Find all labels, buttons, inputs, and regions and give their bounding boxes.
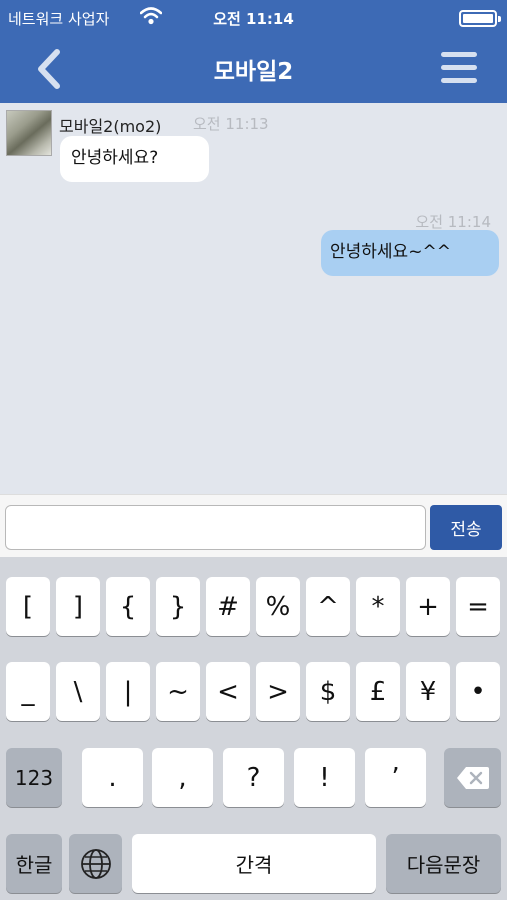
message-time: 오전 11:13: [193, 115, 269, 133]
numbers-key[interactable]: 123: [6, 748, 62, 807]
key[interactable]: {: [106, 577, 150, 636]
page-title: 모바일2: [213, 59, 294, 85]
key[interactable]: |: [106, 662, 150, 721]
return-key[interactable]: 다음문장: [386, 834, 501, 893]
key[interactable]: $: [306, 662, 350, 721]
hamburger-icon: [441, 52, 477, 57]
key[interactable]: ?: [223, 748, 284, 807]
key[interactable]: }: [156, 577, 200, 636]
status-bar: 네트워크 사업자 오전 11:14: [0, 0, 507, 36]
hangul-key[interactable]: 한글: [6, 834, 62, 893]
message-input[interactable]: [5, 505, 426, 550]
app-header: 네트워크 사업자 오전 11:14 모바일2: [0, 0, 507, 103]
status-time: 오전 11:14: [213, 10, 294, 28]
key[interactable]: .: [82, 748, 143, 807]
key[interactable]: ]: [56, 577, 100, 636]
key[interactable]: ~: [156, 662, 200, 721]
key[interactable]: ’: [365, 748, 426, 807]
key[interactable]: \: [56, 662, 100, 721]
key[interactable]: #: [206, 577, 250, 636]
backspace-key[interactable]: [444, 748, 501, 807]
key[interactable]: +: [406, 577, 450, 636]
send-button[interactable]: 전송: [430, 505, 502, 550]
chat-area[interactable]: 모바일2(mo2) 오전 11:13 안녕하세요? 오전 11:14 안녕하세요…: [0, 103, 507, 494]
backspace-icon: [456, 766, 489, 789]
message-input-bar: 전송: [0, 494, 507, 557]
keyboard: [ ] { } # % ^ * + = _ \ | ~ < > $ £ ¥ • …: [0, 557, 507, 900]
avatar[interactable]: [6, 110, 52, 156]
key[interactable]: <: [206, 662, 250, 721]
key[interactable]: *: [356, 577, 400, 636]
key[interactable]: •: [456, 662, 500, 721]
message-sender: 모바일2(mo2): [59, 117, 162, 136]
key[interactable]: %: [256, 577, 300, 636]
key[interactable]: _: [6, 662, 50, 721]
key[interactable]: [: [6, 577, 50, 636]
key[interactable]: £: [356, 662, 400, 721]
key[interactable]: =: [456, 577, 500, 636]
outgoing-message-bubble[interactable]: 안녕하세요~^^: [321, 230, 499, 276]
key[interactable]: ,: [152, 748, 213, 807]
globe-icon: [80, 848, 111, 879]
space-key[interactable]: 간격: [132, 834, 376, 893]
key[interactable]: !: [294, 748, 355, 807]
key[interactable]: >: [256, 662, 300, 721]
key[interactable]: ^: [306, 577, 350, 636]
incoming-message-bubble[interactable]: 안녕하세요?: [60, 136, 209, 182]
menu-button[interactable]: [441, 52, 477, 84]
key[interactable]: ¥: [406, 662, 450, 721]
globe-key[interactable]: [69, 834, 122, 893]
message-time: 오전 11:14: [415, 213, 491, 231]
battery-icon: [459, 10, 501, 27]
